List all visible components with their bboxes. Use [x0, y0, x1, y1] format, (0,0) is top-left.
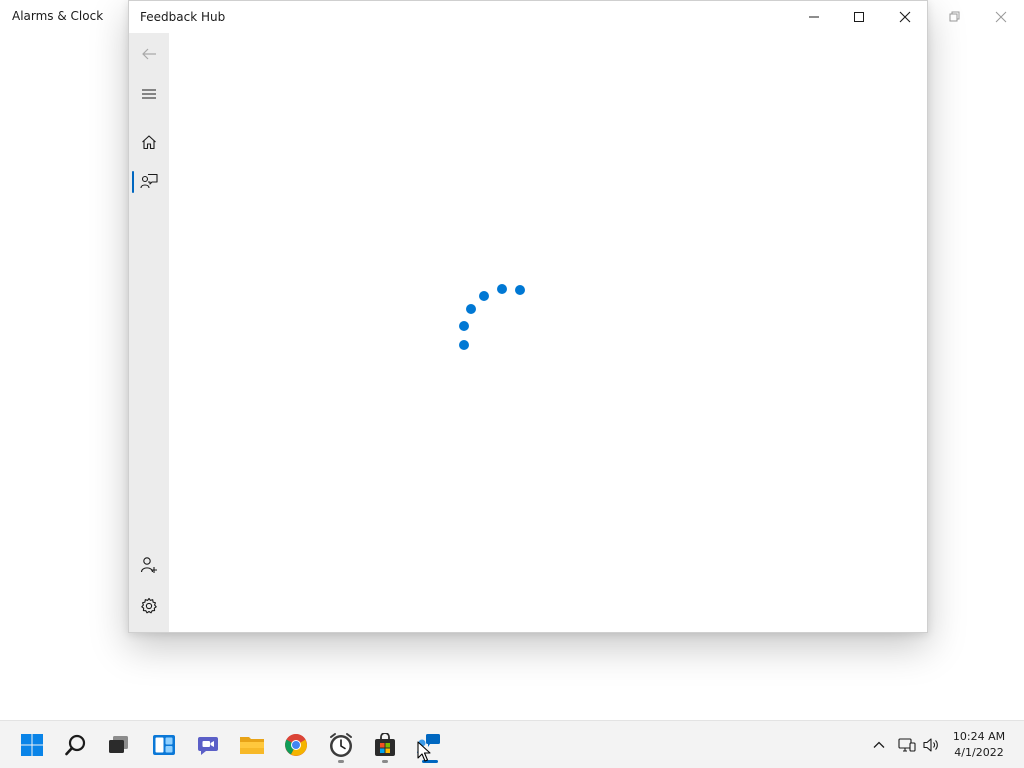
- chrome-icon[interactable]: [276, 725, 316, 765]
- mouse-cursor-icon: [417, 741, 431, 767]
- chevron-up-icon[interactable]: [867, 733, 891, 757]
- add-user-icon[interactable]: [129, 545, 169, 585]
- back-arrow-icon[interactable]: [129, 34, 169, 74]
- clock[interactable]: 10:24 AM 4/1/2022: [944, 729, 1014, 761]
- close-icon[interactable]: [882, 1, 928, 33]
- task-view-icon[interactable]: [99, 725, 139, 765]
- hamburger-menu-icon[interactable]: [129, 74, 169, 114]
- search-icon[interactable]: [56, 725, 96, 765]
- spinner-dot: [479, 291, 489, 301]
- window-title: Feedback Hub: [140, 10, 226, 24]
- folder-icon[interactable]: [232, 725, 272, 765]
- taskbar: 10:24 AM 4/1/2022: [0, 720, 1024, 768]
- spinner-dot: [459, 340, 469, 350]
- spinner-dot: [466, 304, 476, 314]
- navigation-pane: [129, 33, 169, 632]
- store-icon[interactable]: [365, 725, 405, 765]
- minimize-icon[interactable]: [791, 1, 837, 33]
- feedback-icon[interactable]: [129, 162, 169, 202]
- home-icon[interactable]: [129, 122, 169, 162]
- title-bar[interactable]: Feedback Hub: [129, 1, 927, 33]
- network-icon[interactable]: [895, 733, 919, 757]
- teams-chat-icon[interactable]: [188, 725, 228, 765]
- spinner-dot: [515, 285, 525, 295]
- gear-icon[interactable]: [129, 586, 169, 626]
- windows-start-icon[interactable]: [12, 725, 52, 765]
- close-icon[interactable]: [978, 2, 1024, 32]
- running-indicator: [382, 760, 388, 763]
- clock-time: 10:24 AM: [952, 730, 1006, 743]
- widgets-icon[interactable]: [144, 725, 184, 765]
- feedback-hub-window: Feedback Hub: [128, 0, 928, 633]
- volume-icon[interactable]: [919, 733, 943, 757]
- running-indicator: [338, 760, 344, 763]
- content-area: [169, 33, 927, 632]
- restore-icon[interactable]: [932, 2, 978, 32]
- spinner-dot: [497, 284, 507, 294]
- maximize-icon[interactable]: [836, 1, 882, 33]
- alarms-clock-title: Alarms & Clock: [12, 9, 104, 23]
- spinner-dot: [459, 321, 469, 331]
- alarm-clock-icon[interactable]: [321, 725, 361, 765]
- clock-date: 4/1/2022: [954, 746, 1004, 759]
